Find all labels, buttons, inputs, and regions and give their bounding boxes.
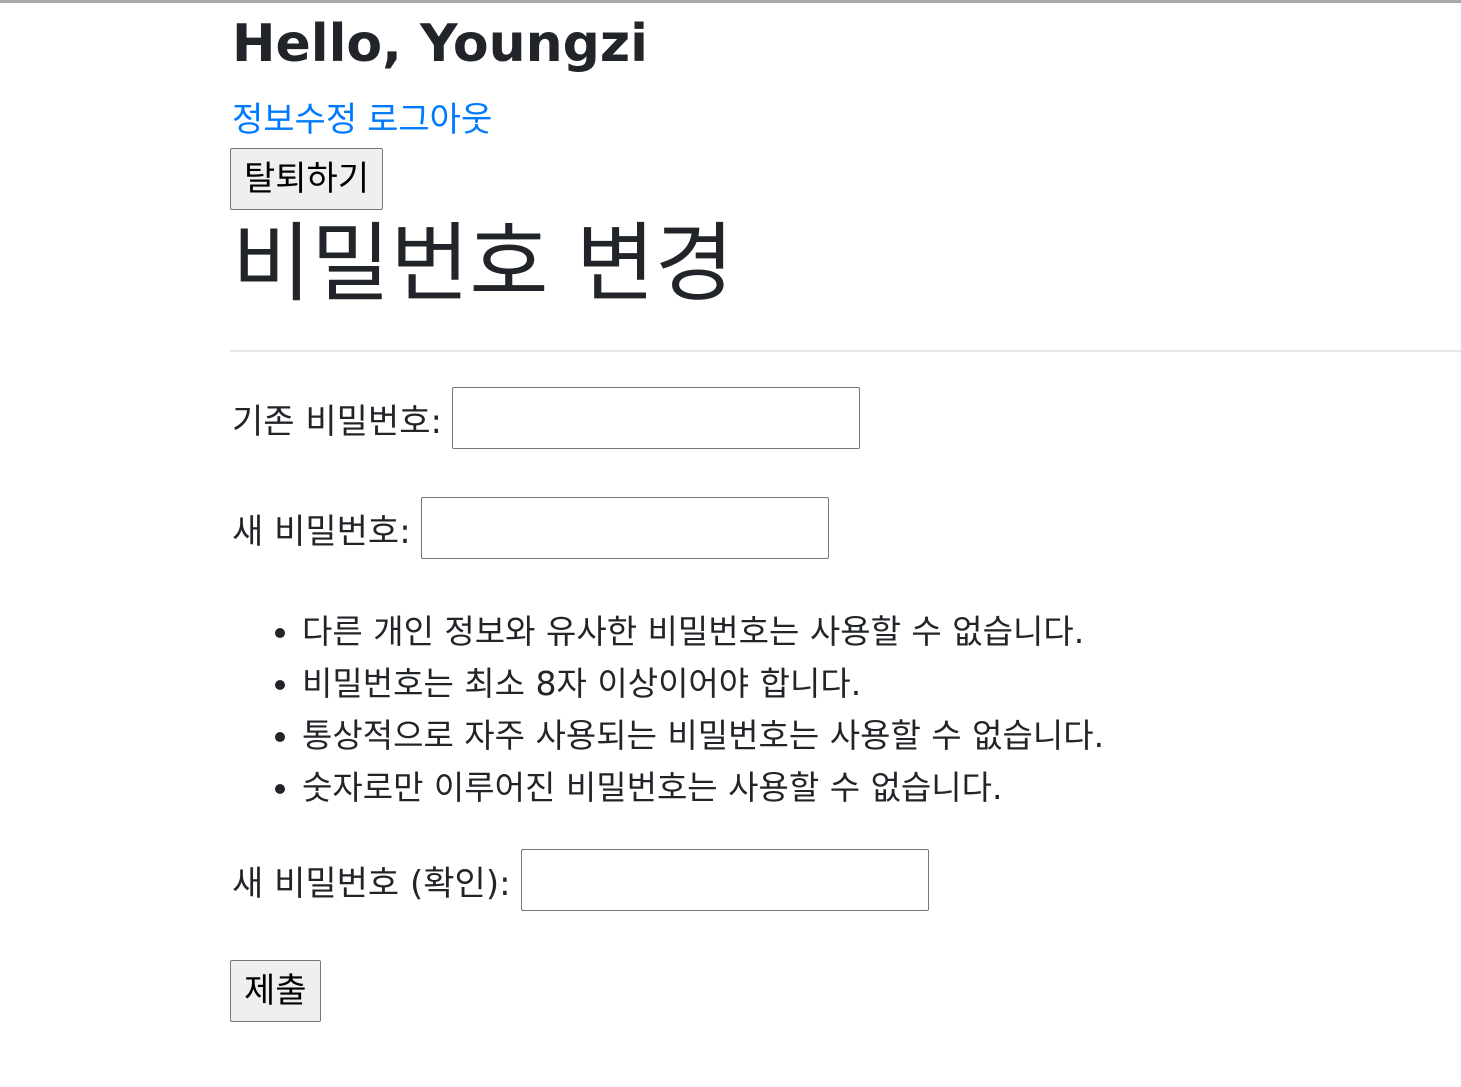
- greeting-heading: Hello, Youngzi: [232, 14, 648, 74]
- confirm-password-label: 새 비밀번호 (확인):: [232, 863, 511, 904]
- withdraw-button[interactable]: 탈퇴하기: [230, 148, 384, 210]
- help-item: 비밀번호는 최소 8자 이상이어야 합니다.: [302, 658, 1104, 710]
- confirm-password-row: 새 비밀번호 (확인):: [232, 849, 929, 911]
- help-item: 다른 개인 정보와 유사한 비밀번호는 사용할 수 없습니다.: [302, 606, 1104, 658]
- confirm-password-field[interactable]: [520, 849, 929, 911]
- new-password-field[interactable]: [420, 497, 829, 559]
- old-password-field[interactable]: [451, 387, 860, 449]
- password-help-list: 다른 개인 정보와 유사한 비밀번호는 사용할 수 없습니다. 비밀번호는 최소…: [230, 606, 1104, 814]
- user-nav: 정보수정 로그아웃: [232, 98, 492, 142]
- help-item: 통상적으로 자주 사용되는 비밀번호는 사용할 수 없습니다.: [302, 710, 1104, 762]
- submit-button[interactable]: 제출: [230, 960, 321, 1022]
- logout-link[interactable]: 로그아웃: [367, 100, 492, 140]
- new-password-label: 새 비밀번호:: [232, 511, 411, 552]
- browser-top-edge: [0, 0, 1461, 3]
- edit-profile-link[interactable]: 정보수정: [232, 100, 357, 140]
- new-password-row: 새 비밀번호:: [232, 497, 829, 559]
- old-password-row: 기존 비밀번호:: [232, 387, 860, 449]
- help-item: 숫자로만 이루어진 비밀번호는 사용할 수 없습니다.: [302, 762, 1104, 814]
- old-password-label: 기존 비밀번호:: [232, 401, 442, 442]
- divider: [230, 350, 1461, 352]
- page-title: 비밀번호 변경: [232, 214, 735, 314]
